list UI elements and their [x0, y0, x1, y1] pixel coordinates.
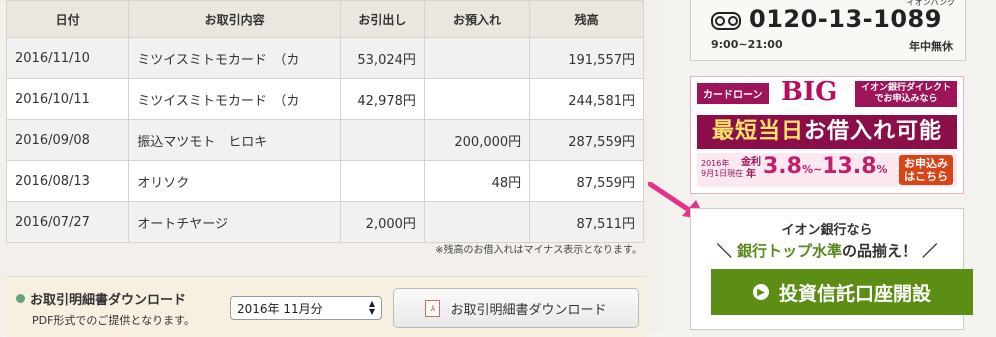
download-button-label: お取引明細書ダウンロード	[450, 302, 607, 318]
business-hours: 9:00~21:00	[711, 38, 783, 51]
col-withdrawal: お引出し	[339, 0, 425, 38]
big-logo: BIG	[781, 77, 838, 107]
account-statement-panel: 日付 お取引内容 お引出し お預入れ 残高 2016/11/10 ミツイスミトモ…	[0, 0, 660, 337]
cell-balance: 87,511円	[529, 201, 644, 243]
investment-banner: イオン銀行なら ＼ 銀行トップ水準の品揃え！ ／ ▶ 投資信託口座開設	[690, 208, 973, 330]
col-date: 日付	[5, 0, 130, 38]
cell-date: 2016/07/27	[5, 201, 130, 243]
table-row: 2016/11/10 ミツイスミトモカード （カ 53,024円 191,557…	[5, 37, 644, 79]
bullet-icon	[16, 294, 25, 303]
contact-box: イオンバンク 0120-13-1089 9:00~21:00 年中無休	[690, 0, 966, 61]
download-subtitle: PDF形式でのご提供となります。	[32, 314, 195, 327]
month-select-value: 2016年 11月分	[237, 301, 323, 316]
open-all-year: 年中無休	[909, 40, 953, 53]
cell-date: 2016/09/08	[5, 119, 130, 161]
bank-headline: ＼ 銀行トップ水準の品揃え！ ／	[716, 242, 938, 260]
cell-balance: 287,559円	[529, 119, 644, 161]
rate-label: 金利年	[741, 157, 761, 180]
download-title: お取引明細書ダウンロード	[16, 289, 186, 308]
table-row: 2016/08/13 オリソク 48円 87,559円	[5, 160, 644, 202]
pdf-icon: ⅄	[425, 299, 441, 317]
cell-balance: 87,559円	[529, 160, 644, 202]
balance-note: ※残高のお借入れはマイナス表示となります。	[435, 245, 642, 256]
open-investment-account-button[interactable]: ▶ 投資信託口座開設	[711, 269, 973, 315]
cell-date: 2016/08/13	[5, 160, 130, 202]
cell-balance: 244,581円	[529, 78, 644, 120]
cell-description: ミツイスミトモカード （カ	[128, 37, 341, 79]
loan-headline: 最短当日お借入れ可能	[697, 115, 957, 149]
statement-download-section: お取引明細書ダウンロード PDF形式でのご提供となります。 2016年 11月分…	[6, 276, 646, 337]
chevron-right-icon: ▶	[752, 284, 769, 300]
cell-withdrawal: 42,978円	[339, 78, 425, 120]
cell-date: 2016/11/10	[5, 37, 130, 79]
rate-date: 2016年 9月1日現在	[701, 159, 744, 178]
loan-banner-header: カードローン BIG イオン銀行ダイレクト でお申込みなら	[691, 77, 963, 109]
download-button[interactable]: ⅄ お取引明細書ダウンロード	[393, 288, 639, 328]
cell-withdrawal	[339, 119, 425, 161]
loan-rate-bar: 2016年 9月1日現在 金利年 3.8%~13.8% お申込み はこちら	[697, 153, 957, 187]
cell-balance: 191,557円	[529, 37, 644, 79]
table-row: 2016/09/08 振込マツモト ヒロキ 200,000円 287,559円	[5, 119, 644, 161]
freedial-icon	[711, 12, 741, 30]
card-loan-tag: カードローン	[697, 83, 769, 104]
month-select[interactable]: 2016年 11月分 ▲ ▼	[230, 296, 382, 320]
cell-withdrawal: 53,024円	[339, 37, 425, 79]
cell-deposit: 48円	[423, 160, 531, 202]
cell-description: オートチヤージ	[128, 201, 341, 243]
apply-button[interactable]: お申込み はこちら	[899, 155, 953, 185]
cell-deposit	[423, 37, 531, 79]
invest-button-label: 投資信託口座開設	[778, 282, 931, 305]
cell-description: ミツイスミトモカード （カ	[128, 78, 341, 120]
phone-number[interactable]: 0120-13-1089	[749, 5, 942, 33]
transaction-table: 日付 お取引内容 お引出し お預入れ 残高 2016/11/10 ミツイスミトモ…	[5, 0, 644, 243]
select-arrows-icon: ▲ ▼	[368, 299, 375, 316]
col-balance: 残高	[529, 0, 644, 38]
cell-date: 2016/10/11	[5, 78, 130, 120]
cell-description: オリソク	[128, 160, 341, 202]
table-row: 2016/10/11 ミツイスミトモカード （カ 42,978円 244,581…	[5, 78, 644, 120]
direct-apply-text: イオン銀行ダイレクト でお申込みなら	[854, 81, 957, 107]
table-row: 2016/07/27 オートチヤージ 2,000円 87,511円	[5, 201, 644, 243]
sidebar: イオンバンク 0120-13-1089 9:00~21:00 年中無休 カードロ…	[690, 0, 982, 331]
interest-rate: 3.8%~13.8%	[763, 154, 888, 179]
cell-withdrawal: 2,000円	[339, 201, 425, 243]
col-deposit: お預入れ	[423, 0, 531, 38]
cell-description: 振込マツモト ヒロキ	[128, 119, 341, 161]
cell-withdrawal	[339, 160, 425, 202]
col-description: お取引内容	[128, 0, 341, 38]
cell-deposit: 200,000円	[423, 119, 531, 161]
bank-tagline: イオン銀行なら	[781, 223, 873, 238]
table-header-row: 日付 お取引内容 お引出し お預入れ 残高	[5, 0, 644, 38]
cell-deposit	[423, 78, 531, 120]
card-loan-banner[interactable]: カードローン BIG イオン銀行ダイレクト でお申込みなら 最短当日お借入れ可能 …	[690, 76, 964, 194]
cell-deposit	[423, 201, 531, 243]
